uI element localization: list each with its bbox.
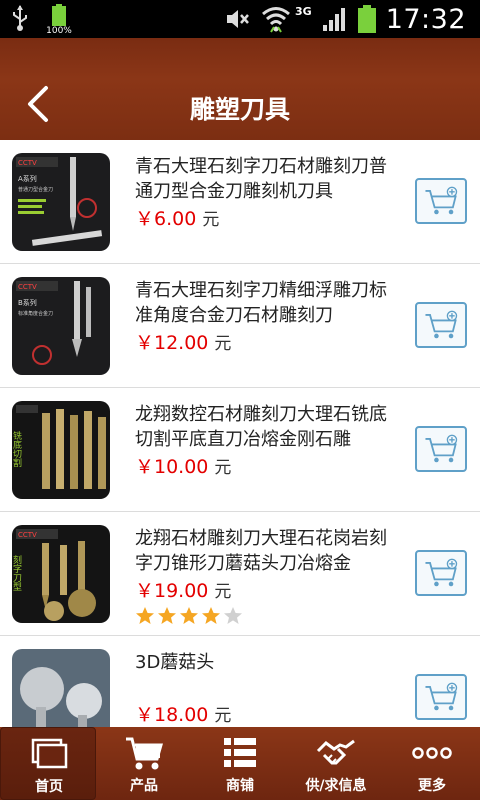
status-left: 100% <box>10 4 74 36</box>
thumb-subtitle: 标准角度合金刀 <box>18 310 53 317</box>
product-thumbnail <box>12 649 110 727</box>
product-price: ￥6.00 元 <box>135 204 219 231</box>
thumb-subtitle: 普通刀型合金刀 <box>18 186 53 193</box>
status-bar: 100% 3G 17:32 <box>0 0 480 38</box>
usb-icon <box>13 5 27 31</box>
home-icon <box>31 738 68 769</box>
price-unit: 元 <box>202 210 220 230</box>
product-price: ￥19.00 元 <box>135 576 231 603</box>
product-thumbnail: 铣底切割 <box>12 401 110 499</box>
add-to-cart-button[interactable] <box>415 674 467 720</box>
product-thumbnail: CCTV A系列 普通刀型合金刀 <box>12 153 110 251</box>
price-value: ￥12.00 <box>135 332 209 354</box>
nav-label: 产品 <box>130 778 158 794</box>
product-item[interactable]: CCTV A系列 普通刀型合金刀 青石大理石刻字刀石材雕刻刀普通刀型合金刀雕刻机… <box>0 140 480 264</box>
product-thumbnail: CCTV 刻字刀型 <box>12 525 110 623</box>
thumb-caption: B系列 <box>18 298 37 307</box>
mute-icon <box>227 10 249 28</box>
price-value: ￥19.00 <box>135 580 209 602</box>
product-list[interactable]: CCTV A系列 普通刀型合金刀 青石大理石刻字刀石材雕刻刀普通刀型合金刀雕刻机… <box>0 140 480 727</box>
nav-label: 商铺 <box>226 778 254 794</box>
network-type: 3G <box>295 4 312 18</box>
add-to-cart-button[interactable] <box>415 302 467 348</box>
add-to-cart-button[interactable] <box>415 178 467 224</box>
more-icon <box>412 747 452 759</box>
list-icon <box>224 738 256 767</box>
product-item[interactable]: 3D蘑菇头 ￥18.00 元 <box>0 636 480 727</box>
star-filled-icon <box>136 607 154 624</box>
cart-icon <box>126 737 163 770</box>
thumb-caption: A系列 <box>18 174 37 183</box>
product-name[interactable]: 3D蘑菇头 <box>135 650 390 700</box>
product-price: ￥12.00 元 <box>135 328 231 355</box>
header-bar: 雕塑刀具 <box>0 38 480 140</box>
product-name[interactable]: 龙翔数控石材雕刻刀大理石铣底切割平底直刀冶熔金刚石雕 <box>135 402 390 452</box>
nav-shops[interactable]: 商铺 <box>192 727 288 800</box>
signal-icon <box>322 8 345 31</box>
product-name[interactable]: 青石大理石刻字刀石材雕刻刀普通刀型合金刀雕刻机刀具 <box>135 154 390 204</box>
nav-home[interactable]: 首页 <box>0 727 96 800</box>
product-item[interactable]: CCTV 刻字刀型 龙翔石材雕刻刀大理石花岗岩刻字刀锥形刀蘑菇头刀冶熔金 ￥19… <box>0 512 480 636</box>
rating-stars <box>135 606 243 626</box>
star-filled-icon <box>202 607 220 624</box>
product-name[interactable]: 龙翔石材雕刻刀大理石花岗岩刻字刀锥形刀蘑菇头刀冶熔金 <box>135 526 390 576</box>
nav-label: 供/求信息 <box>305 778 367 794</box>
svg-text:CCTV: CCTV <box>18 531 37 539</box>
status-right: 3G 17:32 <box>223 0 466 38</box>
star-filled-icon <box>158 607 176 624</box>
svg-text:CCTV: CCTV <box>18 283 37 291</box>
svg-text:CCTV: CCTV <box>18 159 37 167</box>
wifi-icon <box>262 7 290 33</box>
app-screen: 100% 3G 17:32 雕塑刀具 CCTV A系列 普通刀型合金刀 青石大理… <box>0 0 480 800</box>
nav-supply-demand[interactable]: 供/求信息 <box>288 727 384 800</box>
price-unit: 元 <box>214 582 232 602</box>
page-title: 雕塑刀具 <box>189 95 290 124</box>
nav-label: 更多 <box>418 778 446 794</box>
clock: 17:32 <box>385 3 466 35</box>
product-name[interactable]: 青石大理石刻字刀精细浮雕刀标准角度合金刀石材雕刻刀 <box>135 278 390 328</box>
star-filled-icon <box>180 607 198 624</box>
battery-small-icon: 100% <box>44 4 74 36</box>
product-price: ￥10.00 元 <box>135 452 231 479</box>
add-to-cart-button[interactable] <box>415 550 467 596</box>
product-item[interactable]: 铣底切割 龙翔数控石材雕刻刀大理石铣底切割平底直刀冶熔金刚石雕 ￥10.00 元 <box>0 388 480 512</box>
price-unit: 元 <box>214 458 232 478</box>
nav-products[interactable]: 产品 <box>96 727 192 800</box>
price-unit: 元 <box>214 706 232 726</box>
price-value: ￥6.00 <box>135 208 197 230</box>
nav-more[interactable]: 更多 <box>384 727 480 800</box>
price-unit: 元 <box>214 334 232 354</box>
battery-icon <box>357 5 376 33</box>
nav-label: 首页 <box>35 779 63 795</box>
product-thumbnail: CCTV B系列 标准角度合金刀 <box>12 277 110 375</box>
thumb-caption: 刻字刀型 <box>12 554 22 591</box>
handshake-icon <box>316 739 355 765</box>
price-value: ￥10.00 <box>135 456 209 478</box>
battery-percent: 100% <box>46 26 72 36</box>
star-empty-icon <box>224 607 242 624</box>
bottom-nav: 首页 产品 商铺 供/求信息 更多 <box>0 727 480 800</box>
price-value: ￥18.00 <box>135 704 209 726</box>
product-price: ￥18.00 元 <box>135 700 231 727</box>
product-item[interactable]: CCTV B系列 标准角度合金刀 青石大理石刻字刀精细浮雕刀标准角度合金刀石材雕… <box>0 264 480 388</box>
add-to-cart-button[interactable] <box>415 426 467 472</box>
thumb-caption: 铣底切割 <box>12 430 22 468</box>
